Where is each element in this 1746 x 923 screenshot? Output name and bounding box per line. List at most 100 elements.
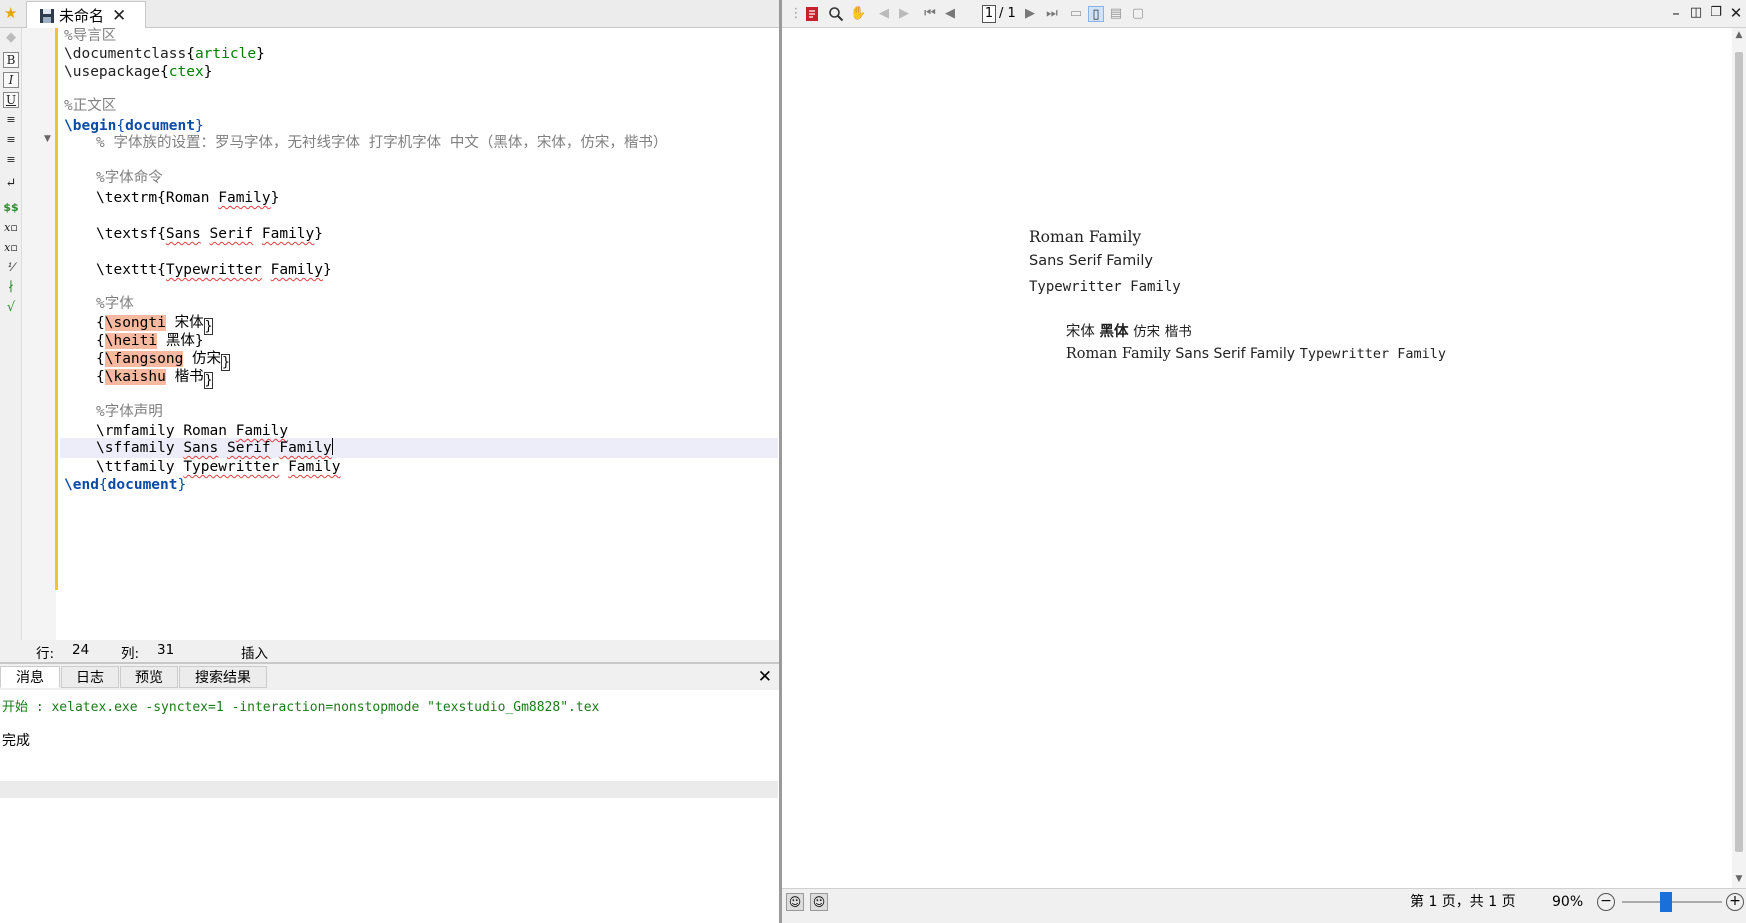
- editor-status-bar: 行: 24 列: 31 插入: [0, 640, 780, 662]
- single-page-icon[interactable]: ▭: [1068, 6, 1084, 22]
- zoom-slider-thumb[interactable]: [1660, 892, 1672, 912]
- close-tab-icon[interactable]: ✕: [112, 7, 126, 24]
- latex-command: \sffamily: [96, 440, 175, 456]
- maximize-icon[interactable]: ❐: [1708, 4, 1724, 22]
- last-page-icon[interactable]: ⏭: [1044, 6, 1060, 22]
- align-center-icon[interactable]: ≡: [3, 132, 19, 148]
- fold-arrow-icon[interactable]: ▼: [44, 134, 51, 144]
- misspelled-word: Family: [279, 440, 332, 456]
- code-line: %正文区: [64, 96, 116, 116]
- comment: % 字体族的设置：罗马字体，无衬线字体 打字机字体 中文（黑体，宋体，仿宋，楷书…: [96, 135, 668, 151]
- comment: %字体声明: [96, 404, 163, 420]
- scrollbar-thumb[interactable]: [1735, 52, 1743, 852]
- pdf-viewer-pane: ⋮ ✋ ◀ ▶ ⏮ ◀ 1 / 1 ▶ ⏭ ▭ ▯ ▤ ▢ – ◫ ❐ ✕ Ro…: [782, 0, 1746, 923]
- search-icon[interactable]: [828, 6, 844, 22]
- document-tab-title: 未命名: [59, 7, 105, 25]
- line-label: 行:: [36, 646, 55, 662]
- fit-page-icon[interactable]: ▢: [1130, 6, 1146, 22]
- math-mode-button[interactable]: $$: [3, 200, 19, 216]
- newline-icon[interactable]: ↵: [3, 176, 19, 192]
- page-number-input[interactable]: 1: [982, 5, 996, 23]
- word: 楷书: [174, 369, 204, 385]
- close-viewer-icon[interactable]: ✕: [1728, 4, 1744, 22]
- code-line: \documentclass{article}: [64, 46, 265, 62]
- sqrt-icon[interactable]: √: [3, 300, 19, 316]
- minimize-icon[interactable]: –: [1668, 4, 1684, 22]
- zoom-level[interactable]: 90%: [1552, 893, 1583, 911]
- zoom-in-icon[interactable]: +: [1726, 893, 1744, 911]
- latex-command: \textrm: [96, 190, 158, 206]
- dfrac-icon[interactable]: ∤: [3, 280, 19, 296]
- two-page-icon[interactable]: ▤: [1108, 6, 1124, 22]
- tab-preview[interactable]: 预览: [120, 666, 178, 688]
- embed-window-icon[interactable]: ◫: [1688, 4, 1704, 22]
- misspelled-word: Typewritter: [183, 459, 280, 475]
- code-line: %字体命令: [96, 168, 163, 188]
- latex-command: \songti: [104, 315, 166, 331]
- fraction-icon[interactable]: ⅟: [3, 260, 19, 276]
- save-icon: [40, 8, 54, 23]
- scroll-down-icon[interactable]: ▼: [1733, 874, 1745, 884]
- latex-command: \usepackage: [64, 64, 161, 80]
- compile-message: 开始 : xelatex.exe -synctex=1 -interaction…: [2, 700, 600, 715]
- superscript-icon[interactable]: x▫: [3, 240, 19, 256]
- document-tab[interactable]: 未命名 ✕: [26, 1, 146, 29]
- next-page-icon[interactable]: ▶: [1022, 6, 1038, 22]
- misspelled-word: Family: [218, 190, 271, 206]
- code-editor[interactable]: %导言区 \documentclass{article} \usepackage…: [60, 28, 778, 640]
- message-divider: [0, 781, 778, 798]
- align-left-icon[interactable]: ≡: [3, 112, 19, 128]
- misspelled-word: Sans: [183, 440, 219, 456]
- back-icon[interactable]: ◀: [876, 6, 892, 22]
- pdf-vertical-scrollbar[interactable]: ▲ ▼: [1732, 28, 1746, 888]
- column-label: 列:: [121, 646, 140, 662]
- latex-command: \fangsong: [104, 351, 184, 367]
- code-line: % 字体族的设置：罗马字体，无衬线字体 打字机字体 中文（黑体，宋体，仿宋，楷书…: [96, 133, 667, 153]
- hand-tool-icon[interactable]: ✋: [850, 6, 866, 22]
- pdf-text-typewriter: Typewritter Family: [1029, 279, 1181, 295]
- misspelled-word: Serif: [209, 226, 254, 242]
- continuous-page-icon[interactable]: ▯: [1088, 6, 1104, 22]
- word: 黑体: [165, 333, 195, 349]
- annotation-user2-icon[interactable]: ☺: [810, 893, 828, 911]
- latex-command: \documentclass: [64, 46, 187, 62]
- word: Roman: [165, 190, 210, 206]
- pdf-text-sans: Sans Serif Family: [1029, 253, 1153, 269]
- compile-result: 完成: [2, 733, 30, 749]
- scroll-up-icon[interactable]: ▲: [1733, 30, 1745, 40]
- code-line: \usepackage{ctex}: [64, 64, 213, 80]
- insert-mode[interactable]: 插入: [241, 642, 268, 662]
- zoom-slider-track[interactable]: [1622, 901, 1722, 903]
- underline-button[interactable]: U: [3, 92, 19, 108]
- side-toolbar: ◆ B I U ≡ ≡ ≡ ↵ $$ x▫ x▫ ⅟ ∤ √: [0, 28, 22, 640]
- environment-name: document: [107, 477, 178, 493]
- structure-icon[interactable]: ◆: [3, 30, 19, 46]
- align-right-icon[interactable]: ≡: [3, 152, 19, 168]
- close-panel-icon[interactable]: ✕: [758, 666, 772, 688]
- change-marker-bar: [55, 28, 58, 590]
- code-line: \end{document}: [64, 477, 187, 493]
- tab-log[interactable]: 日志: [61, 666, 119, 688]
- bold-button[interactable]: B: [3, 52, 19, 68]
- tab-messages[interactable]: 消息: [0, 666, 60, 688]
- line-gutter: [22, 28, 56, 640]
- subscript-icon[interactable]: x▫: [3, 220, 19, 236]
- previous-page-icon[interactable]: ◀: [942, 6, 958, 22]
- forward-icon[interactable]: ▶: [896, 6, 912, 22]
- italic-button[interactable]: I: [3, 72, 19, 88]
- annotation-user-icon[interactable]: ☺: [786, 893, 804, 911]
- pdf-icon[interactable]: [804, 6, 820, 22]
- latex-command: \rmfamily: [96, 423, 175, 439]
- comment: %导言区: [64, 28, 117, 44]
- tab-search-results[interactable]: 搜索结果: [179, 666, 267, 688]
- first-page-icon[interactable]: ⏮: [922, 6, 938, 22]
- pdf-page[interactable]: Roman Family Sans Serif Family Typewritt…: [782, 28, 1732, 888]
- mixed-sans-text: Sans Serif Family: [1175, 346, 1296, 362]
- star-icon[interactable]: ★: [4, 5, 20, 21]
- latex-command: \begin: [64, 118, 117, 134]
- word: 仿宋: [192, 351, 222, 367]
- comment: %字体: [96, 296, 134, 312]
- zoom-out-icon[interactable]: −: [1597, 893, 1615, 911]
- code-line: {\kaishu 楷书}: [96, 369, 213, 389]
- misspelled-word: Family: [288, 459, 341, 475]
